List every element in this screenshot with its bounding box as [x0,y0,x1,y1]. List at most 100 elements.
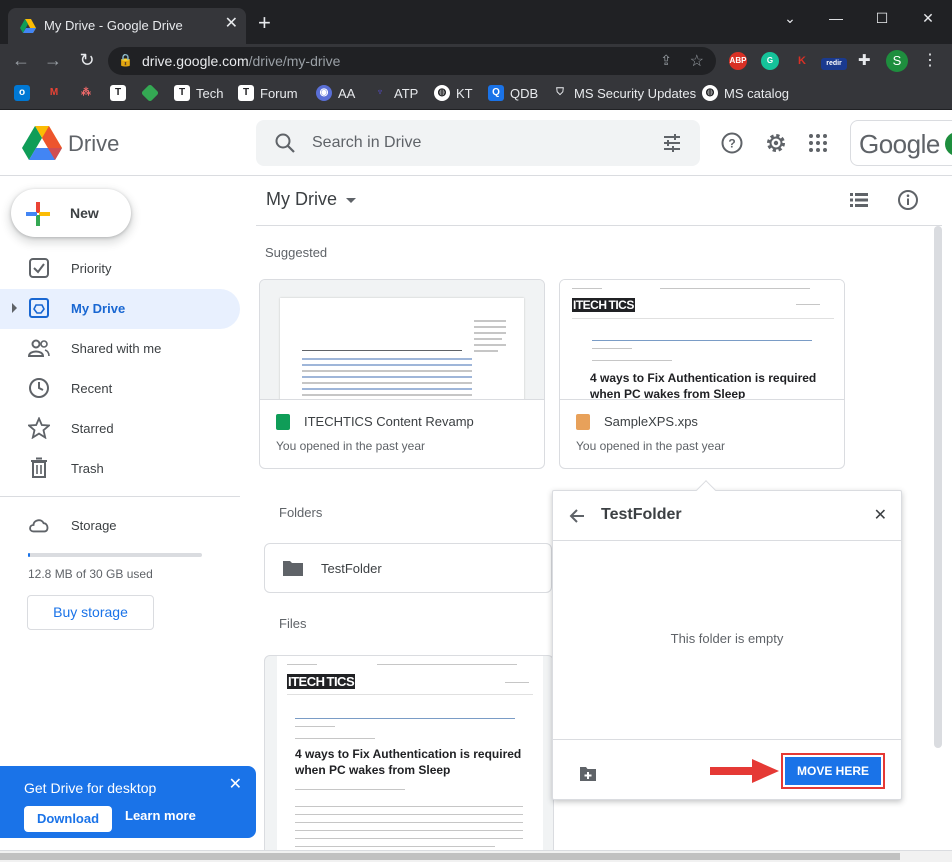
extensions-puzzle-icon[interactable]: ✚ [858,51,871,69]
my-drive-icon [29,298,49,318]
storage-progress-bar [28,553,202,557]
file-card[interactable]: ITECH TICS 4 ways to Fix Authentication i… [264,655,554,855]
learn-more-link[interactable]: Learn more [125,808,196,823]
back-arrow-icon[interactable] [569,508,585,524]
maximize-icon[interactable]: ☐ [870,10,894,27]
bookmark-ms-catalog[interactable]: ◍ MS catalog [702,85,789,101]
suggested-heading: Suggested [265,245,328,260]
apps-grid-icon[interactable] [806,131,830,155]
bookmark-ms-security[interactable]: ⛉ MS Security Updates [552,85,696,101]
info-icon[interactable] [897,189,919,211]
shared-icon [28,339,50,357]
bookmark-aa[interactable]: ◉ AA [316,85,355,101]
share-icon[interactable]: ⇪ [660,52,672,69]
move-here-button[interactable]: MOVE HERE [781,753,885,789]
help-icon[interactable]: ? [720,131,744,155]
new-tab-icon[interactable]: + [258,12,271,34]
bookmark-outlook[interactable]: o [14,85,30,101]
new-label: New [70,205,99,221]
sidebar-item-label: My Drive [71,301,126,316]
search-bar[interactable] [256,120,700,166]
address-bar[interactable]: 🔒 drive.google.com/drive/my-drive ⇪ ☆ [108,47,716,75]
buy-storage-button[interactable]: Buy storage [27,595,154,630]
horizontal-scrollbar[interactable] [0,850,952,862]
vertical-scrollbar[interactable] [934,226,942,748]
itechtics-icon: T [238,85,254,101]
bookmark-gmail[interactable]: M [46,85,62,101]
sidebar-item-starred[interactable]: Starred [0,409,240,449]
download-button[interactable]: Download [24,806,112,832]
sidebar-item-priority[interactable]: Priority [0,249,240,289]
sidebar-item-storage[interactable]: Storage [0,506,240,546]
sidebar-item-shared[interactable]: Shared with me [0,329,240,369]
xps-file-icon [576,414,590,430]
search-options-icon[interactable] [662,133,682,153]
bookmark-itechtics[interactable]: T [110,85,126,101]
bookmark-atp[interactable]: ♆ ATP [372,85,418,101]
grammarly-extension-icon[interactable]: G [761,52,779,70]
adblock-extension-icon[interactable]: ABP [729,52,747,70]
sidebar-item-my-drive[interactable]: My Drive [0,289,240,329]
bookmark-star-icon[interactable]: ☆ [690,51,704,71]
browser-menu-icon[interactable]: ⋮ [922,50,938,70]
redirect-extension-icon[interactable]: redir [821,58,847,70]
profile-avatar[interactable]: S [886,50,908,72]
file-thumbnail: ITECH TICS 4 ways to Fix Authentication i… [560,280,844,400]
bookmark-qdb[interactable]: Q QDB [488,85,538,101]
settings-gear-icon[interactable] [764,131,788,155]
clock-icon [29,378,49,398]
sidebar-item-trash[interactable]: Trash [0,449,240,489]
bookmark-tech[interactable]: T Tech [174,85,223,101]
bookmark-forum[interactable]: T Forum [238,85,298,101]
folder-item[interactable]: TestFolder [264,543,552,593]
article-headline: 4 ways to Fix Authentication is required… [295,747,522,777]
bookmark-kt[interactable]: ◍ KT [434,85,473,101]
reload-icon[interactable]: ↻ [76,50,98,71]
drive-logo-icon[interactable] [22,126,62,160]
promo-title: Get Drive for desktop [24,780,157,796]
minimize-icon[interactable]: — [824,10,848,26]
list-view-icon[interactable] [849,192,869,208]
search-input[interactable] [312,130,632,156]
app-name: Drive [68,131,120,156]
bookmark-green[interactable] [140,83,160,103]
bookmarks-bar: o M ⁂ T T Tech T Forum ◉ AA ♆ ATP ◍ KT Q QDB ⛉… [0,78,952,110]
suggested-card[interactable]: ITECHTICS Content Revamp You opened in t… [259,279,545,469]
k-extension-icon[interactable]: K [793,52,811,70]
expand-arrow-icon[interactable] [12,303,17,313]
account-switcher[interactable]: Google [850,120,952,166]
page-title[interactable]: My Drive [266,189,337,210]
new-button[interactable]: New [11,189,131,237]
dialog-title: TestFolder [601,506,682,523]
window-close-icon[interactable]: ✕ [916,10,940,27]
promo-close-icon[interactable]: ✕ [229,774,242,794]
trash-icon [31,457,47,478]
google-wordmark: Google [859,129,940,159]
sidebar-item-label: Priority [71,261,112,276]
tab-close-icon[interactable]: ✕ [225,16,238,32]
browser-tab[interactable]: My Drive - Google Drive ✕ [8,8,246,44]
search-icon[interactable] [274,132,296,154]
chevron-down-icon[interactable] [346,198,356,203]
file-meta: You opened in the past year [576,439,726,453]
account-avatar[interactable] [945,132,952,156]
webpage-preview: ITECH TICS 4 ways to Fix Authentication i… [277,656,543,854]
file-thumbnail [260,280,544,400]
dialog-close-icon[interactable]: ✕ [874,505,887,525]
forward-icon[interactable]: → [42,50,64,71]
svg-text:?: ? [728,137,735,151]
sidebar-divider [0,496,240,497]
new-folder-icon[interactable] [579,766,597,782]
drive-favicon-icon [20,19,36,33]
bookmark-asana[interactable]: ⁂ [78,85,94,101]
back-icon[interactable]: ← [10,50,32,71]
spreadsheet-preview [280,298,524,399]
tab-search-icon[interactable]: ⌄ [778,10,802,27]
suggested-card[interactable]: ITECH TICS 4 ways to Fix Authentication i… [559,279,845,469]
sidebar-item-label: Starred [71,421,114,436]
folder-name: TestFolder [321,561,382,576]
empty-folder-text: This folder is empty [670,631,784,646]
scrollbar-thumb[interactable] [0,853,900,860]
shield-icon: ⛉ [556,87,564,98]
sidebar-item-recent[interactable]: Recent [0,369,240,409]
